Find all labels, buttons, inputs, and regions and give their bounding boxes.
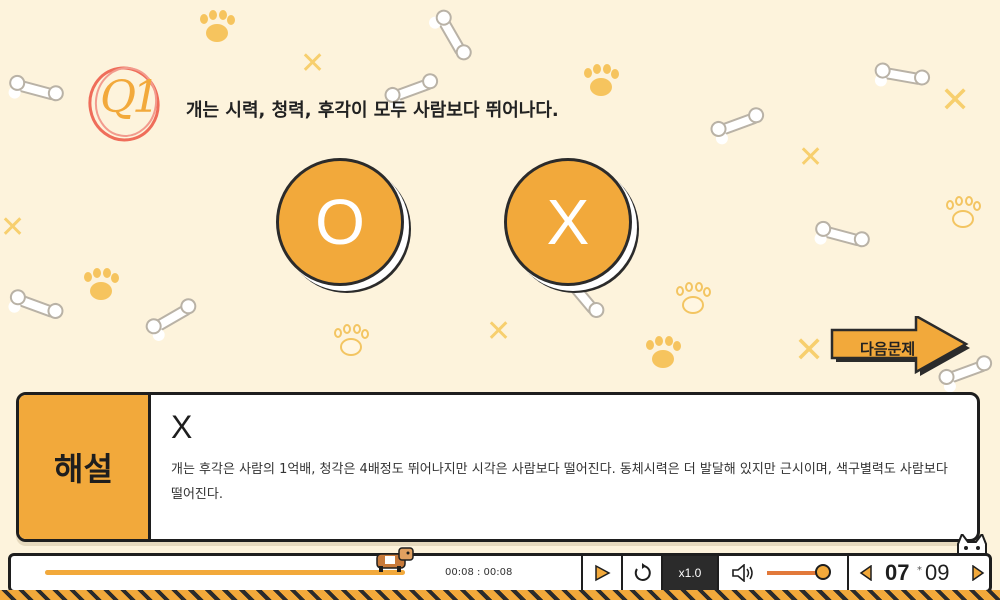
prev-page-icon[interactable] xyxy=(859,565,873,581)
x-decoration: ✕ xyxy=(300,46,326,81)
page-separator: * xyxy=(917,565,922,576)
paw-decoration xyxy=(946,196,981,230)
total-page-number: 09 xyxy=(925,560,950,585)
explanation-tag-label: 해설 xyxy=(54,450,113,488)
answer-o-button[interactable]: O xyxy=(276,158,404,286)
explanation-panel: 해설 X 개는 후각은 사람의 1억배, 청각은 4배정도 뛰어나지만 시각은 … xyxy=(16,392,980,542)
bone-decoration xyxy=(13,292,59,320)
x-decoration: ✕ xyxy=(0,210,26,245)
paw-decoration xyxy=(84,268,119,302)
media-player-bar: 00:08 : 00:08 x1.0 07 * 09 xyxy=(8,547,992,593)
speaker-icon[interactable] xyxy=(731,564,755,582)
play-button[interactable] xyxy=(581,556,621,590)
next-question-button[interactable]: 다음문제 xyxy=(830,316,974,378)
answer-x-button[interactable]: X xyxy=(504,158,632,286)
paw-decoration xyxy=(584,64,619,98)
paw-decoration xyxy=(646,336,681,370)
explanation-tag: 해설 xyxy=(19,395,151,539)
paw-decoration xyxy=(200,10,235,44)
volume-slider-handle[interactable] xyxy=(815,564,831,580)
bone-decoration xyxy=(149,301,195,335)
replay-button[interactable] xyxy=(621,556,661,590)
playback-speed-button[interactable]: x1.0 xyxy=(661,556,717,590)
paw-decoration xyxy=(676,282,711,316)
play-icon xyxy=(595,564,611,582)
bone-decoration xyxy=(819,224,865,248)
x-decoration: ✕ xyxy=(798,140,824,175)
bone-decoration xyxy=(879,66,925,86)
question-number-badge: Q1 xyxy=(86,58,176,148)
bone-decoration xyxy=(715,110,761,138)
progress-bar[interactable] xyxy=(45,570,405,575)
replay-icon xyxy=(634,563,651,581)
explanation-answer: X xyxy=(171,409,193,445)
question-text: 개는 시력, 청력, 후각이 모두 사람보다 뛰어나다. xyxy=(186,100,559,121)
bottom-stripe xyxy=(0,590,1000,600)
x-decoration: ✕ xyxy=(486,314,512,349)
dog-progress-handle-icon[interactable] xyxy=(371,542,415,574)
paw-decoration xyxy=(334,324,369,358)
current-page-number: 07 xyxy=(885,560,910,585)
x-decoration: ✕ xyxy=(794,330,825,371)
playback-time: 00:08 : 00:08 xyxy=(445,567,513,578)
explanation-body: 개는 후각은 사람의 1억배, 청각은 4배정도 뛰어나지만 시각은 사람보다 … xyxy=(171,462,948,502)
progress-fill xyxy=(45,570,405,575)
bone-decoration xyxy=(13,78,59,102)
x-decoration: ✕ xyxy=(940,80,971,121)
bone-decoration xyxy=(435,13,469,59)
next-question-label: 다음문제 xyxy=(860,340,916,358)
question-number: Q1 xyxy=(100,72,160,123)
next-page-icon[interactable] xyxy=(971,565,985,581)
